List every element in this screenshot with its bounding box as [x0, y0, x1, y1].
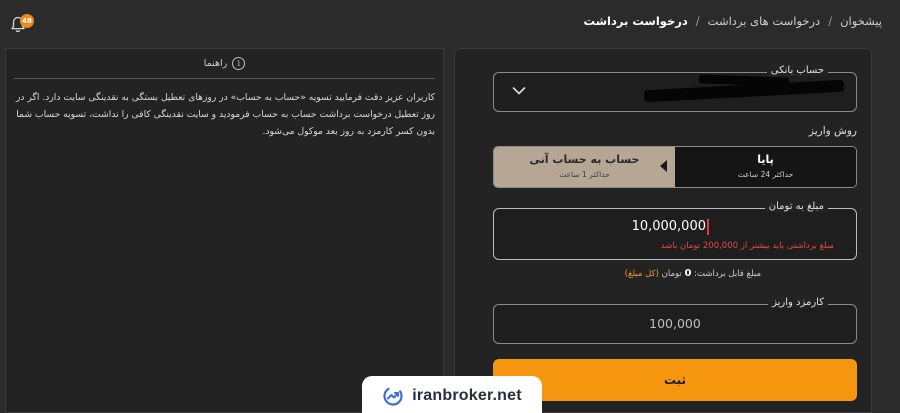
method-paya-title: پایا	[757, 153, 774, 166]
fee-field: کارمزد واریز 100,000	[493, 297, 857, 344]
breadcrumb-separator: /	[828, 14, 833, 28]
full-amount-link[interactable]: (کل مبلغ)	[625, 269, 659, 279]
guide-title: راهنما	[203, 58, 228, 69]
withdraw-form: حساب بانکی روش واریز حساب به حساب آنی حد…	[454, 48, 872, 413]
breadcrumb-current: درخواست برداشت	[583, 14, 688, 28]
redacted-account-number-extra	[698, 74, 790, 87]
selected-arrow-icon	[660, 160, 667, 172]
method-instant-transfer[interactable]: حساب به حساب آنی حداکثر 1 ساعت	[494, 147, 675, 187]
method-instant-subtitle: حداکثر 1 ساعت	[559, 170, 610, 179]
bank-account-select[interactable]: حساب بانکی	[493, 65, 857, 112]
submit-button[interactable]: ثبت	[493, 359, 857, 401]
method-paya[interactable]: پایا حداکثر 24 ساعت	[675, 147, 856, 187]
guide-panel: i راهنما کاربران عزیز دقت فرمایید تسویه …	[5, 48, 444, 413]
amount-label: مبلغ به تومان	[764, 201, 828, 212]
available-balance: مبلغ قابل برداشت: 0 تومان (کل مبلغ)	[625, 268, 761, 279]
info-icon: i	[232, 57, 246, 70]
method-paya-subtitle: حداکثر 24 ساعت	[737, 170, 794, 179]
chevron-down-icon	[512, 87, 526, 95]
amount-value[interactable]: 10,000,000	[632, 219, 706, 234]
balance-prefix: مبلغ قابل برداشت:	[694, 269, 761, 279]
method-instant-title: حساب به حساب آنی	[529, 153, 640, 166]
notification-count-badge: 48	[20, 14, 34, 28]
amount-input[interactable]: مبلغ به تومان 10,000,000 مبلغ برداشتی با…	[493, 201, 857, 260]
trend-logo-icon	[383, 386, 403, 406]
guide-header: i راهنما	[14, 49, 435, 79]
breadcrumb: پیشخوان / درخواست های برداشت / درخواست ب…	[584, 14, 882, 28]
notifications-button[interactable]: 48	[10, 14, 34, 36]
deposit-method-group: حساب به حساب آنی حداکثر 1 ساعت پایا حداک…	[493, 146, 857, 188]
watermark: iranbroker.net	[362, 376, 542, 413]
fee-label: کارمزد واریز	[768, 297, 828, 308]
text-caret	[707, 219, 709, 235]
amount-error-message: مبلغ برداشتی باید بیشتر از 200,000 تومان…	[660, 241, 834, 251]
watermark-text: iranbroker.net	[412, 387, 522, 404]
guide-text: کاربران عزیز دقت فرمایید تسویه «حساب به …	[15, 92, 435, 137]
balance-value: 0	[684, 268, 692, 279]
breadcrumb-withdraw-requests[interactable]: درخواست های برداشت	[708, 14, 821, 28]
deposit-method-label: روش واریز	[808, 125, 857, 137]
breadcrumb-separator: /	[695, 14, 700, 28]
bank-account-label: حساب بانکی	[766, 65, 828, 76]
balance-unit: تومان	[661, 269, 682, 279]
breadcrumb-dashboard[interactable]: پیشخوان	[840, 14, 882, 28]
fee-value: 100,000	[649, 316, 701, 331]
